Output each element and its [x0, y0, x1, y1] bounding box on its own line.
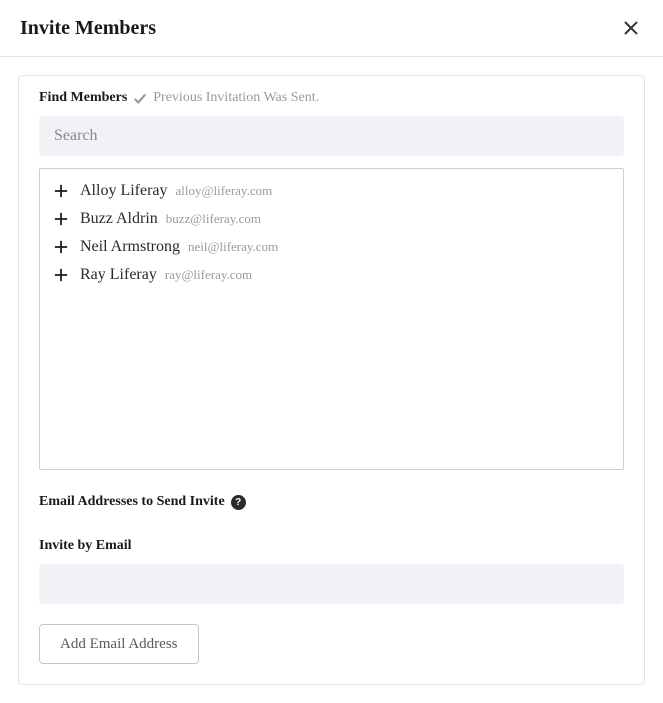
member-item[interactable]: Neil Armstrong neil@liferay.com — [40, 233, 623, 261]
member-item[interactable]: Buzz Aldrin buzz@liferay.com — [40, 205, 623, 233]
modal-title: Invite Members — [20, 17, 156, 40]
plus-icon — [52, 182, 70, 200]
invite-panel: Find Members Previous Invitation Was Sen… — [18, 75, 645, 685]
close-icon — [623, 20, 639, 36]
find-members-label: Find Members — [39, 90, 127, 106]
find-members-heading-row: Find Members Previous Invitation Was Sen… — [39, 90, 624, 106]
plus-icon — [52, 266, 70, 284]
member-name: Neil Armstrong — [80, 238, 180, 256]
member-email: alloy@liferay.com — [176, 183, 273, 199]
member-name: Alloy Liferay — [80, 182, 168, 200]
member-email: neil@liferay.com — [188, 239, 278, 255]
close-button[interactable] — [619, 16, 643, 40]
members-list: Alloy Liferay alloy@liferay.com Buzz Aldri… — [39, 168, 624, 470]
search-input[interactable] — [39, 116, 624, 156]
email-section-heading: Email Addresses to Send Invite — [39, 494, 225, 510]
plus-icon — [52, 210, 70, 228]
email-section-heading-row: Email Addresses to Send Invite ? — [39, 494, 624, 510]
member-email: buzz@liferay.com — [166, 211, 261, 227]
member-name: Ray Liferay — [80, 266, 157, 284]
member-email: ray@liferay.com — [165, 267, 252, 283]
invitation-status-text: Previous Invitation Was Sent. — [153, 90, 319, 106]
member-item[interactable]: Alloy Liferay alloy@liferay.com — [40, 177, 623, 205]
check-icon — [133, 91, 147, 105]
member-name: Buzz Aldrin — [80, 210, 158, 228]
invite-by-email-label: Invite by Email — [39, 538, 624, 554]
email-input[interactable] — [39, 564, 624, 604]
member-item[interactable]: Ray Liferay ray@liferay.com — [40, 261, 623, 289]
modal-body: Find Members Previous Invitation Was Sen… — [0, 57, 663, 703]
add-email-address-button[interactable]: Add Email Address — [39, 624, 199, 664]
plus-icon — [52, 238, 70, 256]
modal-header: Invite Members — [0, 0, 663, 57]
help-icon[interactable]: ? — [231, 495, 246, 510]
